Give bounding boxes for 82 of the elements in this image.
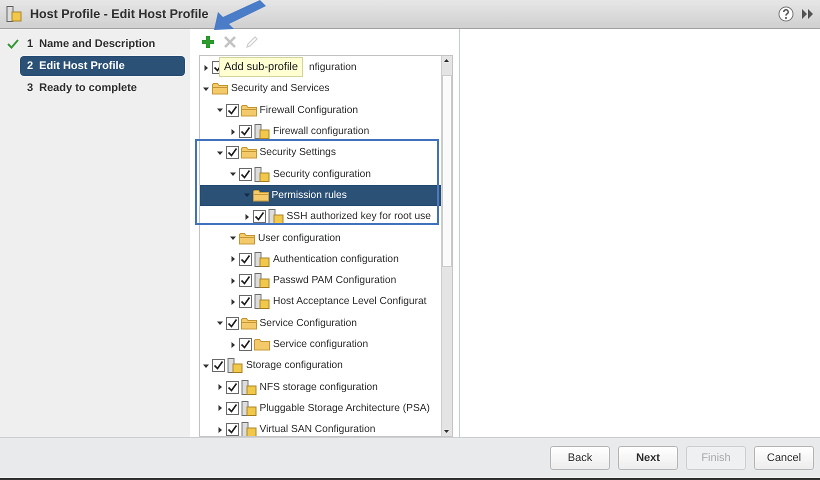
expand-arrow-icon[interactable] (216, 404, 224, 412)
expand-arrow-icon[interactable] (229, 128, 237, 136)
folder-icon (239, 232, 255, 245)
host-profile-icon (268, 209, 284, 224)
folder-icon (212, 82, 228, 96)
expand-arrow-icon[interactable] (202, 64, 210, 72)
tree-item[interactable]: Authentication configuration (273, 254, 399, 265)
tree-item[interactable]: nfiguration (309, 62, 357, 74)
checkbox[interactable] (239, 274, 252, 288)
expand-arrow-icon[interactable] (229, 298, 237, 306)
tree-item[interactable]: SSH authorized key for root use (286, 211, 431, 222)
annotation-arrow (212, 0, 268, 32)
tree-item[interactable]: Security configuration (273, 168, 371, 180)
tree-item[interactable]: Service configuration (273, 339, 368, 350)
collapse-arrow-icon[interactable] (229, 170, 237, 178)
window-title: Host Profile - Edit Host Profile (30, 7, 210, 21)
collapse-arrow-icon[interactable] (229, 234, 237, 242)
collapse-arrow-icon[interactable] (216, 148, 224, 157)
host-profile-icon (254, 252, 270, 267)
tree-item[interactable]: Security Settings (260, 147, 336, 158)
expand-arrow-icon[interactable] (216, 383, 224, 392)
collapse-arrow-icon[interactable] (216, 319, 224, 328)
tree-item[interactable]: Passwd PAM Configuration (273, 275, 396, 286)
folder-icon (254, 338, 270, 351)
host-profile-icon (254, 294, 270, 310)
check-icon (7, 39, 19, 49)
folder-icon (240, 104, 256, 117)
tree-item[interactable]: User configuration (258, 232, 341, 244)
selected-tree-row[interactable]: Permission rules (200, 184, 441, 206)
host-profile-icon (240, 422, 256, 436)
add-icon[interactable] (201, 35, 215, 49)
wizard-button[interactable]: Next (618, 446, 678, 470)
wizard-button[interactable]: Cancel (754, 446, 814, 470)
checkbox[interactable] (226, 316, 238, 330)
checkbox[interactable] (226, 423, 238, 436)
help-icon[interactable] (778, 6, 794, 22)
tree-item[interactable]: Service Configuration (260, 318, 357, 329)
collapse-arrow-icon[interactable] (202, 362, 210, 370)
checkbox[interactable] (239, 125, 252, 138)
wizard-step[interactable]: 1 Name and Description (20, 34, 185, 54)
fast-forward-icon[interactable] (802, 9, 814, 19)
wizard-step[interactable]: 3 Ready to complete (20, 78, 185, 98)
folder-icon (240, 316, 256, 330)
collapse-arrow-icon[interactable] (216, 106, 224, 114)
checkbox[interactable] (226, 146, 238, 160)
tree-item[interactable]: Firewall configuration (273, 126, 370, 138)
tree-item[interactable]: Virtual SAN Configuration (260, 424, 376, 436)
tree-item[interactable]: Pluggable Storage Architecture (PSA) (260, 402, 430, 414)
wizard-button[interactable]: Back (550, 446, 610, 470)
expand-arrow-icon[interactable] (229, 255, 237, 264)
host-profile-icon (227, 358, 243, 374)
checkbox[interactable] (226, 380, 238, 394)
expand-arrow-icon[interactable] (229, 340, 237, 348)
tree-item[interactable]: Storage configuration (246, 360, 343, 372)
checkbox[interactable] (212, 359, 225, 372)
folder-icon (252, 188, 268, 202)
host-profile-icon (254, 124, 270, 140)
tree-item[interactable]: Security and Services (231, 83, 330, 94)
tree-item[interactable]: Host Acceptance Level Configurat (273, 296, 426, 308)
expand-arrow-icon[interactable] (242, 212, 250, 221)
tree-item[interactable]: Firewall Configuration (260, 104, 358, 116)
host-profile-icon (254, 273, 270, 288)
host-profile-icon (240, 400, 256, 416)
checkbox[interactable] (226, 104, 238, 117)
checkbox[interactable] (239, 252, 252, 266)
host-profile-icon (254, 166, 270, 182)
collapse-arrow-icon[interactable] (202, 84, 210, 93)
scrollbar[interactable] (441, 56, 452, 436)
checkbox[interactable] (239, 295, 252, 308)
host-profile-icon (240, 380, 256, 395)
tree-item[interactable]: Permission rules (272, 190, 347, 201)
wizard-step[interactable]: 2 Edit Host Profile (20, 56, 185, 76)
checkbox[interactable] (239, 168, 252, 181)
checkbox[interactable] (226, 402, 238, 415)
checkbox[interactable] (239, 338, 252, 351)
expand-arrow-icon[interactable] (229, 276, 237, 285)
checkbox[interactable] (252, 210, 266, 224)
expand-arrow-icon[interactable] (216, 426, 224, 434)
folder-icon (240, 146, 256, 160)
host-profile-icon (6, 6, 22, 22)
tree-item[interactable]: NFS storage configuration (260, 382, 378, 393)
tooltip: Add sub-profile (219, 57, 303, 77)
